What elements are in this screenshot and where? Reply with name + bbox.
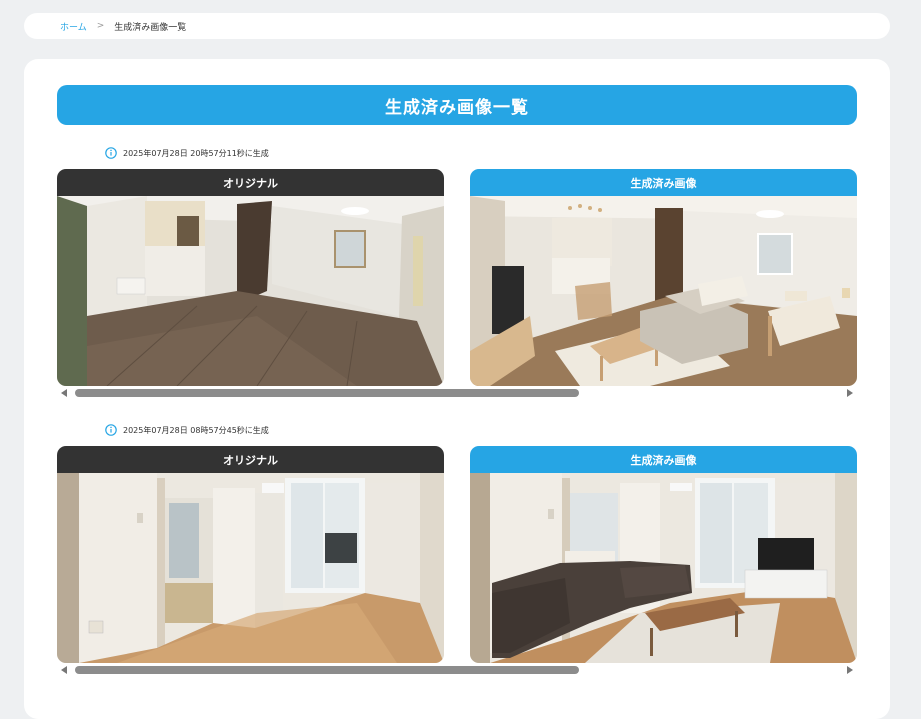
horizontal-scrollbar[interactable] xyxy=(57,664,857,676)
generated-image-panel: 生成済み画像 xyxy=(470,446,857,663)
original-room-photo[interactable] xyxy=(57,473,444,663)
generated-room-photo[interactable] xyxy=(470,473,857,663)
page-title: 生成済み画像一覧 xyxy=(57,85,857,125)
original-image-panel: オリジナル xyxy=(57,169,444,386)
breadcrumb: ホーム > 生成済み画像一覧 xyxy=(24,13,890,39)
original-label: オリジナル xyxy=(57,169,444,196)
original-room-photo[interactable] xyxy=(57,196,444,386)
scrollbar-thumb[interactable] xyxy=(75,666,579,674)
horizontal-scrollbar[interactable] xyxy=(57,387,857,399)
triangle-left-icon[interactable] xyxy=(61,389,67,397)
generated-label: 生成済み画像 xyxy=(470,446,857,473)
original-image-panel: オリジナル xyxy=(57,446,444,663)
info-circle-icon xyxy=(105,424,117,436)
entry-meta: 2025年07月28日 20時57分11秒に生成 xyxy=(105,146,269,160)
breadcrumb-separator: > xyxy=(96,21,105,31)
triangle-right-icon[interactable] xyxy=(847,666,853,674)
original-label: オリジナル xyxy=(57,446,444,473)
breadcrumb-current: 生成済み画像一覧 xyxy=(114,22,187,33)
generated-image-panel: 生成済み画像 xyxy=(470,169,857,386)
triangle-right-icon[interactable] xyxy=(847,389,853,397)
main-card: 生成済み画像一覧 2025年07月28日 20時57分11秒に生成 オリジナル xyxy=(24,59,890,719)
generated-room-photo[interactable] xyxy=(470,196,857,386)
info-circle-icon xyxy=(105,147,117,159)
breadcrumb-home-link[interactable]: ホーム xyxy=(60,20,87,33)
triangle-left-icon[interactable] xyxy=(61,666,67,674)
entry-timestamp: 2025年07月28日 20時57分11秒に生成 xyxy=(123,148,269,158)
scrollbar-thumb[interactable] xyxy=(75,389,579,397)
entry-meta: 2025年07月28日 08時57分45秒に生成 xyxy=(105,423,269,437)
generated-label: 生成済み画像 xyxy=(470,169,857,196)
entry-timestamp: 2025年07月28日 08時57分45秒に生成 xyxy=(123,425,269,435)
